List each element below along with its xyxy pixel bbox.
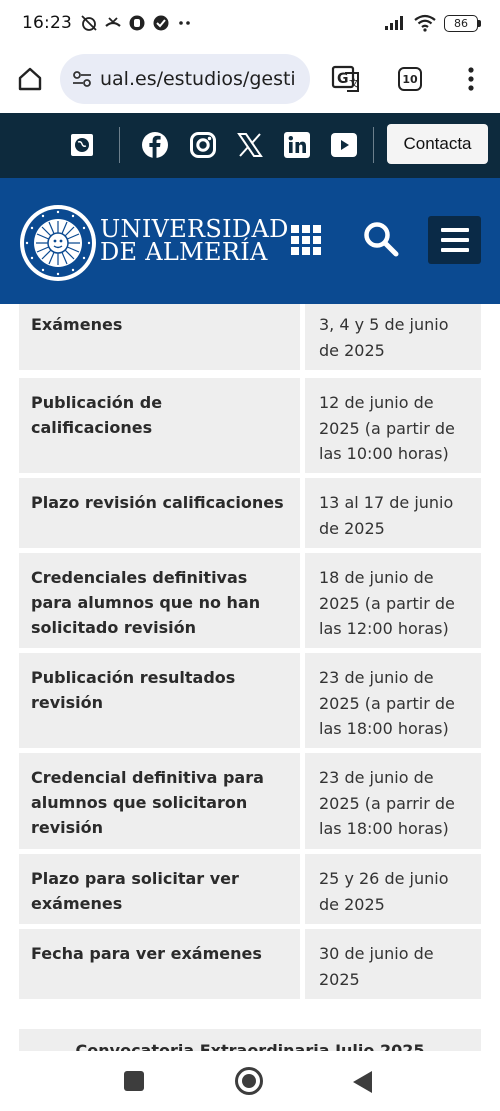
row-label: Fecha para ver exámenes	[19, 929, 300, 999]
tab-switcher-button[interactable]: 10	[378, 46, 442, 112]
table-row: Exámenes 3, 4 y 5 de junio de 2025	[19, 304, 481, 370]
status-bar: 16:23 86	[0, 0, 500, 46]
table-row: Fecha para ver exámenes 30 de junio de 2…	[19, 929, 481, 999]
social-separator	[373, 127, 374, 163]
hamburger-line	[440, 248, 469, 252]
row-label: Credenciales definitivas para alumnos qu…	[19, 553, 300, 648]
table-row: Credenciales definitivas para alumnos qu…	[19, 553, 481, 648]
row-label: Publicación resultados revisión	[19, 653, 300, 748]
next-section-heading: Convocatoria Extraordinaria Julio 2025	[19, 1029, 481, 1051]
linkedin-icon[interactable]	[283, 131, 311, 159]
youtube-icon[interactable]	[330, 131, 358, 159]
row-label: Exámenes	[19, 304, 300, 370]
row-value: 23 de junio de 2025 (a parrir de las 18:…	[305, 753, 481, 849]
home-button[interactable]	[0, 46, 60, 112]
schedule-table: Exámenes 3, 4 y 5 de junio de 2025 Publi…	[0, 304, 500, 1051]
recents-button[interactable]	[124, 1071, 144, 1091]
status-time: 16:23	[22, 13, 72, 33]
search-icon[interactable]	[362, 220, 400, 258]
shield-app-icon	[129, 15, 145, 31]
table-row: Credencial definitiva para alumnos que s…	[19, 753, 481, 849]
facebook-icon[interactable]	[141, 131, 169, 159]
row-label: Publicación de calificaciones	[19, 378, 300, 473]
more-vert-icon	[468, 67, 474, 91]
svg-text:文: 文	[349, 77, 359, 90]
row-value: 13 al 17 de junio de 2025	[305, 478, 481, 548]
table-row: Plazo revisión calificaciones 13 al 17 d…	[19, 478, 481, 548]
missed-call-icon	[105, 17, 121, 27]
status-system-icons: 86	[384, 14, 481, 32]
university-name-line2: DE ALMERÍA	[100, 238, 268, 266]
x-icon[interactable]	[236, 131, 264, 159]
home-nav-button[interactable]	[235, 1067, 263, 1095]
table-row: Publicación de calificaciones 12 de juni…	[19, 378, 481, 473]
globe-icon[interactable]	[68, 131, 96, 159]
university-seal-logo[interactable]	[18, 203, 98, 283]
university-header: UNIVERSIDAD DE ALMERÍA	[0, 178, 500, 304]
site-settings-icon	[73, 71, 91, 87]
row-value: 25 y 26 de junio de 2025	[305, 854, 481, 924]
address-bar[interactable]: ual.es/estudios/gestion	[60, 54, 310, 104]
browser-menu-button[interactable]	[442, 46, 500, 112]
row-value: 18 de junio de 2025 (a partir de las 12:…	[305, 553, 481, 648]
system-nav-bar	[0, 1051, 500, 1111]
row-value: 12 de junio de 2025 (a partir de las 10:…	[305, 378, 481, 473]
wifi-icon	[414, 14, 436, 32]
table-row: Publicación resultados revisión 23 de ju…	[19, 653, 481, 748]
table-row: Plazo para solicitar ver exámenes 25 y 2…	[19, 854, 481, 924]
row-label: Plazo revisión calificaciones	[19, 478, 300, 548]
alarm-off-icon	[81, 15, 97, 31]
apps-grid-icon[interactable]	[288, 222, 324, 258]
hamburger-line	[440, 238, 469, 242]
home-icon	[18, 67, 42, 91]
instagram-icon[interactable]	[189, 131, 217, 159]
row-value: 3, 4 y 5 de junio de 2025	[305, 304, 481, 370]
menu-button[interactable]	[428, 216, 481, 264]
tab-count: 10	[398, 67, 422, 91]
contact-button[interactable]: Contacta	[387, 124, 488, 164]
translate-icon: G文	[331, 65, 359, 92]
row-label: Credencial definitiva para alumnos que s…	[19, 753, 300, 849]
row-value: 23 de junio de 2025 (a partir de las 18:…	[305, 653, 481, 748]
translate-button[interactable]: G文	[314, 46, 378, 112]
social-separator	[119, 127, 120, 163]
url-text: ual.es/estudios/gestion	[100, 68, 296, 90]
university-name[interactable]: UNIVERSIDAD DE ALMERÍA	[100, 217, 289, 266]
more-notifications-icon	[179, 21, 190, 25]
hamburger-line	[440, 228, 469, 232]
social-bar: Contacta	[0, 113, 500, 178]
check-circle-icon	[153, 15, 169, 31]
browser-toolbar: ual.es/estudios/gestion G文 10	[0, 46, 500, 112]
row-value: 30 de junio de 2025	[305, 929, 481, 999]
signal-icon	[385, 16, 403, 30]
row-label: Plazo para solicitar ver exámenes	[19, 854, 300, 924]
back-button[interactable]	[353, 1071, 372, 1093]
status-notification-icons	[80, 14, 194, 32]
battery-icon: 86	[444, 14, 481, 32]
